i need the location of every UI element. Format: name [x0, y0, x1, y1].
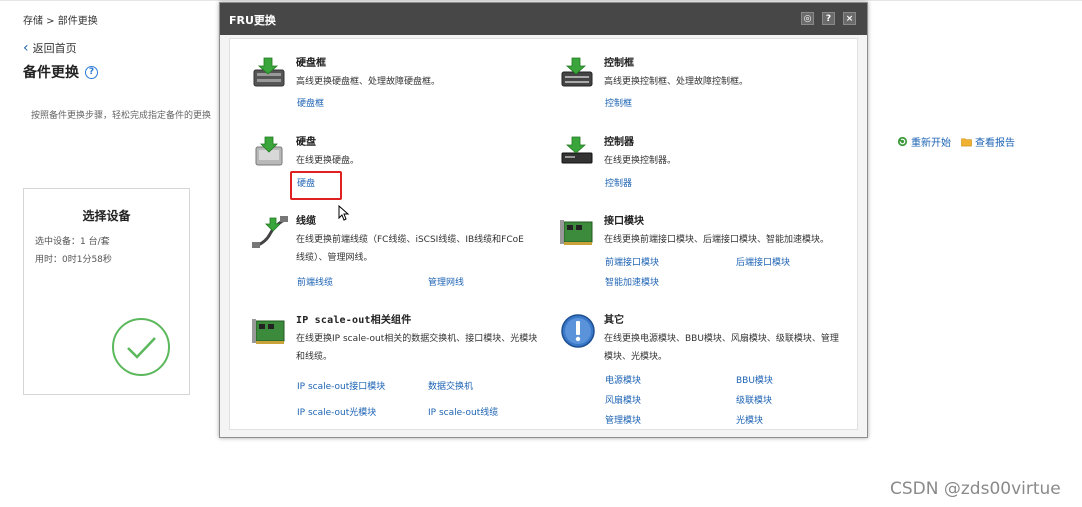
selected-device-count: 选中设备：1 台/套 [35, 237, 110, 247]
view-report-button[interactable]: 查看报告 [961, 134, 1015, 149]
category-desc: 在线更换前端接口模块、后端接口模块、智能加速模块。 [604, 235, 830, 245]
category-name: 硬盘框 [296, 58, 326, 69]
back-home-link[interactable]: ‹ 返回首页 [23, 40, 77, 56]
dialog-header: FRU更换 ◎ ? × [220, 3, 867, 35]
category-name: 硬盘 [296, 137, 316, 148]
back-home-label: 返回首页 [32, 42, 77, 55]
link-disk-enclosure[interactable]: 硬盘框 [297, 96, 324, 109]
disk-icon [255, 136, 283, 166]
category-desc-line: 在线更换IP scale-out相关的数据交换机、接口模块、光模块 [296, 334, 538, 344]
action-bar: 重新开始 查看报告 [897, 134, 1015, 149]
category-name: 其它 [604, 315, 624, 326]
category-desc: 在线更换硬盘。 [296, 156, 360, 166]
link-front-end-cable[interactable]: 前端线缆 [297, 275, 333, 288]
category-name: IP scale-out相关组件 [296, 315, 412, 326]
elapsed-time: 用时：0时1分58秒 [35, 255, 112, 265]
watermark: CSDN @zds00virtue [890, 479, 1061, 499]
link-management-cable[interactable]: 管理网线 [428, 275, 464, 288]
category-desc: 在线更换IP scale-out相关的数据交换机、接口模块、光模块 和线缆。 [296, 330, 537, 366]
category-desc: 在线更换控制器。 [604, 156, 677, 166]
link-controller[interactable]: 控制器 [605, 176, 632, 189]
folder-icon [961, 138, 972, 147]
disk-enclosure-icon [253, 57, 285, 87]
checkmark-icon [112, 318, 170, 376]
link-scaleout-interface-module[interactable]: IP scale-out接口模块 [297, 379, 385, 392]
link-scaleout-optical-module[interactable]: IP scale-out光模块 [297, 405, 376, 418]
controller-icon [561, 136, 593, 164]
category-desc-line: 模块、光模块。 [604, 352, 668, 362]
chevron-left-icon: ‹ [23, 40, 29, 56]
dialog-title: FRU更换 [229, 14, 276, 27]
category-controller: 控制器 在线更换控制器。 [558, 133, 848, 193]
category-name: 控制框 [604, 58, 634, 69]
category-disk-enclosure: 硬盘框 高线更换硬盘框、处理故障硬盘框。 [250, 54, 540, 114]
page-description: 按照备件更换步骤，轻松完成指定备件的更换 [31, 111, 212, 121]
close-button[interactable]: × [843, 12, 856, 25]
link-management-module[interactable]: 管理模块 [605, 413, 641, 426]
link-cascade-module[interactable]: 级联模块 [736, 393, 772, 406]
category-name: 线缆 [296, 216, 316, 227]
link-power-module[interactable]: 电源模块 [605, 373, 641, 386]
category-desc: 高线更换控制框、处理故障控制框。 [604, 77, 749, 87]
link-smart-accel-module[interactable]: 智能加速模块 [605, 275, 659, 288]
category-ip-scaleout: IP scale-out相关组件 在线更换IP scale-out相关的数据交换… [250, 311, 550, 371]
link-bbu-module[interactable]: BBU模块 [736, 373, 773, 386]
page: 存储 > 部件更换 ‹ 返回首页 备件更换 ? 按照备件更换步骤，轻松完成指定备… [0, 0, 1082, 507]
link-scaleout-cable[interactable]: IP scale-out线缆 [428, 405, 498, 418]
page-title-text: 备件更换 [23, 65, 79, 81]
category-other: 其它 在线更换电源模块、BBU模块、风扇模块、级联模块、管理 模块、光模块。 [558, 311, 858, 371]
category-desc-line: 线缆）、管理网线。 [296, 253, 373, 263]
category-interface-module: 接口模块 在线更换前端接口模块、后端接口模块、智能加速模块。 [558, 212, 858, 272]
category-desc-line: 在线更换电源模块、BBU模块、风扇模块、级联模块、管理 [604, 334, 839, 344]
link-back-end-interface-module[interactable]: 后端接口模块 [736, 255, 790, 268]
category-desc: 在线更换前端线缆（FC线缆、iSCSI线缆、IB线缆和FCoE 线缆）、管理网线… [296, 231, 524, 267]
category-controller-enclosure: 控制框 高线更换控制框、处理故障控制框。 [558, 54, 848, 114]
category-desc: 在线更换电源模块、BBU模块、风扇模块、级联模块、管理 模块、光模块。 [604, 330, 839, 366]
page-title: 备件更换 ? [23, 62, 98, 82]
info-icon [561, 314, 595, 348]
step-card-title: 选择设备 [82, 209, 131, 223]
link-data-switch[interactable]: 数据交换机 [428, 379, 473, 392]
link-front-end-interface-module[interactable]: 前端接口模块 [605, 255, 659, 268]
mouse-cursor-icon [338, 205, 350, 221]
category-desc-line: 在线更换前端线缆（FC线缆、iSCSI线缆、IB线缆和FCoE [296, 235, 524, 245]
breadcrumb: 存储 > 部件更换 [23, 16, 98, 27]
link-optical-module[interactable]: 光模块 [736, 413, 763, 426]
scaleout-module-icon [252, 319, 285, 344]
controller-enclosure-icon [561, 57, 593, 87]
category-cable: 线缆 在线更换前端线缆（FC线缆、iSCSI线缆、IB线缆和FCoE 线缆）、管… [250, 212, 550, 272]
highlight-box [290, 171, 342, 200]
settings-button[interactable]: ◎ [801, 12, 814, 25]
top-divider [0, 0, 1082, 1]
link-controller-enclosure[interactable]: 控制框 [605, 96, 632, 109]
dialog-help-button[interactable]: ? [822, 12, 835, 25]
category-desc-line: 和线缆。 [296, 352, 333, 362]
restart-icon [897, 136, 908, 147]
step-card-select-device: 选择设备 选中设备：1 台/套 用时：0时1分58秒 [23, 188, 190, 395]
fru-replace-dialog: FRU更换 ◎ ? × 硬盘框 高线更换硬盘框、处理故障硬盘框。 硬盘框 控制框… [219, 2, 868, 438]
restart-label: 重新开始 [911, 138, 951, 149]
category-name: 接口模块 [604, 216, 644, 227]
interface-module-icon [560, 220, 593, 245]
restart-button[interactable]: 重新开始 [897, 134, 951, 149]
dialog-body: 硬盘框 高线更换硬盘框、处理故障硬盘框。 硬盘框 控制框 高线更换控制框、处理故… [229, 38, 858, 430]
category-desc: 高线更换硬盘框、处理故障硬盘框。 [296, 77, 441, 87]
view-report-label: 查看报告 [975, 138, 1015, 149]
category-name: 控制器 [604, 137, 634, 148]
link-fan-module[interactable]: 风扇模块 [605, 393, 641, 406]
cable-icon [252, 216, 288, 248]
help-icon[interactable]: ? [85, 65, 98, 79]
